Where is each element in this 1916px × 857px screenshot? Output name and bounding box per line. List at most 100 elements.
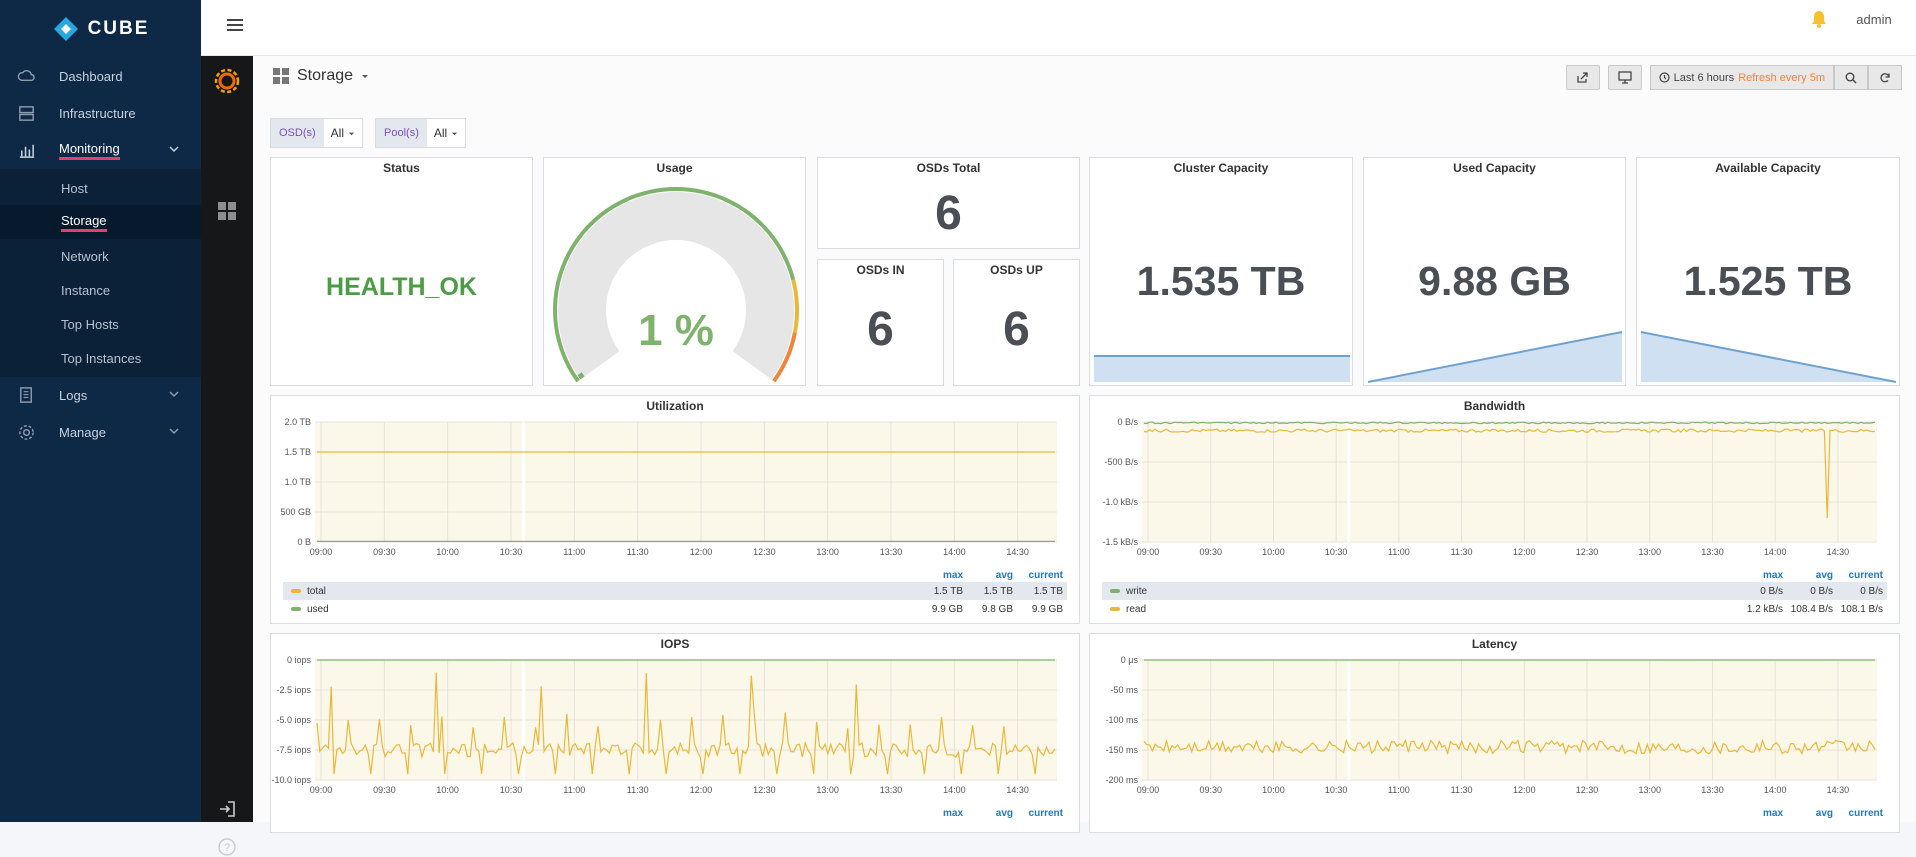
- legend-header-max: max: [1737, 570, 1787, 581]
- legend-header: maxavgcurrent: [1102, 568, 1887, 582]
- variable-label: Pool(s): [376, 119, 427, 147]
- sub-item-top-instances[interactable]: Top Instances: [0, 341, 201, 375]
- pools-select[interactable]: All: [427, 119, 465, 147]
- search-icon: [1845, 72, 1857, 84]
- y-tick-label: 0 iops: [287, 655, 312, 665]
- help-icon[interactable]: ?: [217, 837, 237, 857]
- y-tick-label: 0 B: [297, 537, 311, 547]
- panel-utilization: Utilization 2.0 TB1.5 TB1.0 TB500 GB0 B0…: [270, 395, 1080, 624]
- brand-logo[interactable]: CUBE: [0, 0, 201, 58]
- y-tick-label: 2.0 TB: [285, 417, 311, 427]
- bell-icon[interactable]: [1810, 9, 1828, 29]
- nav-monitoring[interactable]: Monitoring: [0, 132, 201, 169]
- grafana-logo-icon[interactable]: [213, 66, 241, 94]
- variable-value: All: [331, 126, 344, 140]
- legend-value-max: 0 B/s: [1737, 586, 1787, 597]
- caret-down-icon: [348, 130, 355, 137]
- x-tick-label: 13:00: [816, 785, 839, 795]
- legend-header-current: current: [1837, 808, 1887, 819]
- legend-row[interactable]: read1.2 kB/s108.4 B/s108.1 B/s: [1102, 600, 1887, 618]
- y-tick-label: 0 B/s: [1117, 417, 1138, 427]
- nav-dashboard[interactable]: Dashboard: [0, 58, 201, 95]
- x-tick-label: 13:30: [880, 547, 903, 557]
- zoom-out-button[interactable]: [1834, 65, 1868, 90]
- legend-header-avg: avg: [967, 570, 1017, 581]
- bar-chart-icon: [17, 141, 36, 160]
- dashboard-area: Storage Last 6 hours Refresh every 5m OS…: [253, 56, 1916, 822]
- x-tick-label: 11:30: [627, 547, 649, 557]
- legend-value-current: 108.1 B/s: [1837, 604, 1887, 615]
- dashboard-picker[interactable]: Storage: [273, 67, 369, 85]
- legend-header: maxavgcurrent: [283, 806, 1067, 820]
- sub-item-label: Instance: [61, 283, 110, 298]
- x-tick-label: 14:30: [1006, 547, 1029, 557]
- legend-row[interactable]: used9.9 GB9.8 GB9.9 GB: [283, 600, 1067, 618]
- legend-header-current: current: [1837, 570, 1887, 581]
- sub-item-label: Host: [61, 181, 88, 196]
- panel-status: Status HEALTH_OK: [270, 157, 533, 386]
- topbar: admin: [201, 0, 1916, 56]
- nav-infrastructure[interactable]: Infrastructure: [0, 95, 201, 132]
- x-tick-label: 11:00: [563, 785, 585, 795]
- panel-title: OSDs Total: [818, 161, 1079, 175]
- x-tick-label: 09:30: [1199, 785, 1222, 795]
- sign-in-icon[interactable]: [217, 799, 237, 819]
- cluster-capacity-sparkline: [1090, 158, 1354, 387]
- sub-item-top-hosts[interactable]: Top Hosts: [0, 307, 201, 341]
- legend-value-avg: 9.8 GB: [967, 604, 1017, 615]
- logs-icon: [17, 386, 36, 405]
- share-button[interactable]: [1566, 65, 1600, 90]
- sub-item-label: Storage: [61, 213, 107, 232]
- panel-osds-in: OSDs IN 6: [817, 259, 944, 386]
- y-tick-label: -50 ms: [1110, 685, 1138, 695]
- legend-header: maxavgcurrent: [1102, 806, 1887, 820]
- chart-legend: maxavgcurrent: [1102, 806, 1887, 820]
- legend-row[interactable]: total1.5 TB1.5 TB1.5 TB: [283, 582, 1067, 600]
- tv-mode-button[interactable]: [1608, 65, 1642, 90]
- caret-down-icon: [451, 130, 458, 137]
- x-tick-label: 12:30: [1576, 785, 1599, 795]
- sub-item-storage[interactable]: Storage: [0, 205, 201, 239]
- legend-value-current: 9.9 GB: [1017, 604, 1067, 615]
- x-tick-label: 11:30: [1451, 547, 1473, 557]
- x-tick-label: 10:30: [1325, 547, 1348, 557]
- y-tick-label: -1.0 kB/s: [1102, 497, 1138, 507]
- sub-item-host[interactable]: Host: [0, 171, 201, 205]
- y-tick-label: -5.0 iops: [276, 715, 311, 725]
- x-tick-label: 11:30: [1451, 785, 1473, 795]
- panel-title: Status: [271, 161, 532, 175]
- time-picker-button[interactable]: Last 6 hours Refresh every 5m: [1650, 65, 1834, 90]
- x-tick-label: 13:00: [1638, 785, 1661, 795]
- dashboards-icon[interactable]: [217, 201, 237, 221]
- legend-swatch: [291, 607, 301, 611]
- legend-header-avg: avg: [1787, 570, 1837, 581]
- legend-series-name: write: [1126, 586, 1147, 597]
- panel-osds-total: OSDs Total 6: [817, 157, 1080, 249]
- x-tick-label: 12:30: [1576, 547, 1599, 557]
- x-tick-label: 10:30: [500, 785, 523, 795]
- x-tick-label: 14:00: [1764, 547, 1787, 557]
- cloud-icon: [17, 67, 36, 86]
- legend-row[interactable]: write0 B/s0 B/s0 B/s: [1102, 582, 1887, 600]
- x-tick-label: 10:30: [500, 547, 523, 557]
- hamburger-menu-icon[interactable]: [225, 15, 245, 35]
- nav-logs[interactable]: Logs: [0, 377, 201, 414]
- refresh-button[interactable]: [1868, 65, 1902, 90]
- sub-item-network[interactable]: Network: [0, 239, 201, 273]
- legend-header-avg: avg: [967, 808, 1017, 819]
- y-tick-label: -1.5 kB/s: [1102, 537, 1138, 547]
- osds-up-value: 6: [954, 302, 1079, 357]
- sidebar: CUBE Dashboard Infrastructure Monitoring…: [0, 0, 201, 822]
- available-capacity-sparkline: [1637, 158, 1901, 387]
- legend-series-name: total: [307, 586, 326, 597]
- nav-manage[interactable]: Manage: [0, 414, 201, 451]
- user-menu[interactable]: admin: [1832, 0, 1916, 38]
- x-tick-label: 11:30: [627, 785, 649, 795]
- x-tick-label: 10:00: [436, 785, 459, 795]
- legend-header-max: max: [917, 808, 967, 819]
- x-tick-label: 09:00: [310, 785, 333, 795]
- legend-swatch: [291, 589, 301, 593]
- osds-select[interactable]: All: [324, 119, 362, 147]
- sub-item-instance[interactable]: Instance: [0, 273, 201, 307]
- y-tick-label: -100 ms: [1105, 715, 1138, 725]
